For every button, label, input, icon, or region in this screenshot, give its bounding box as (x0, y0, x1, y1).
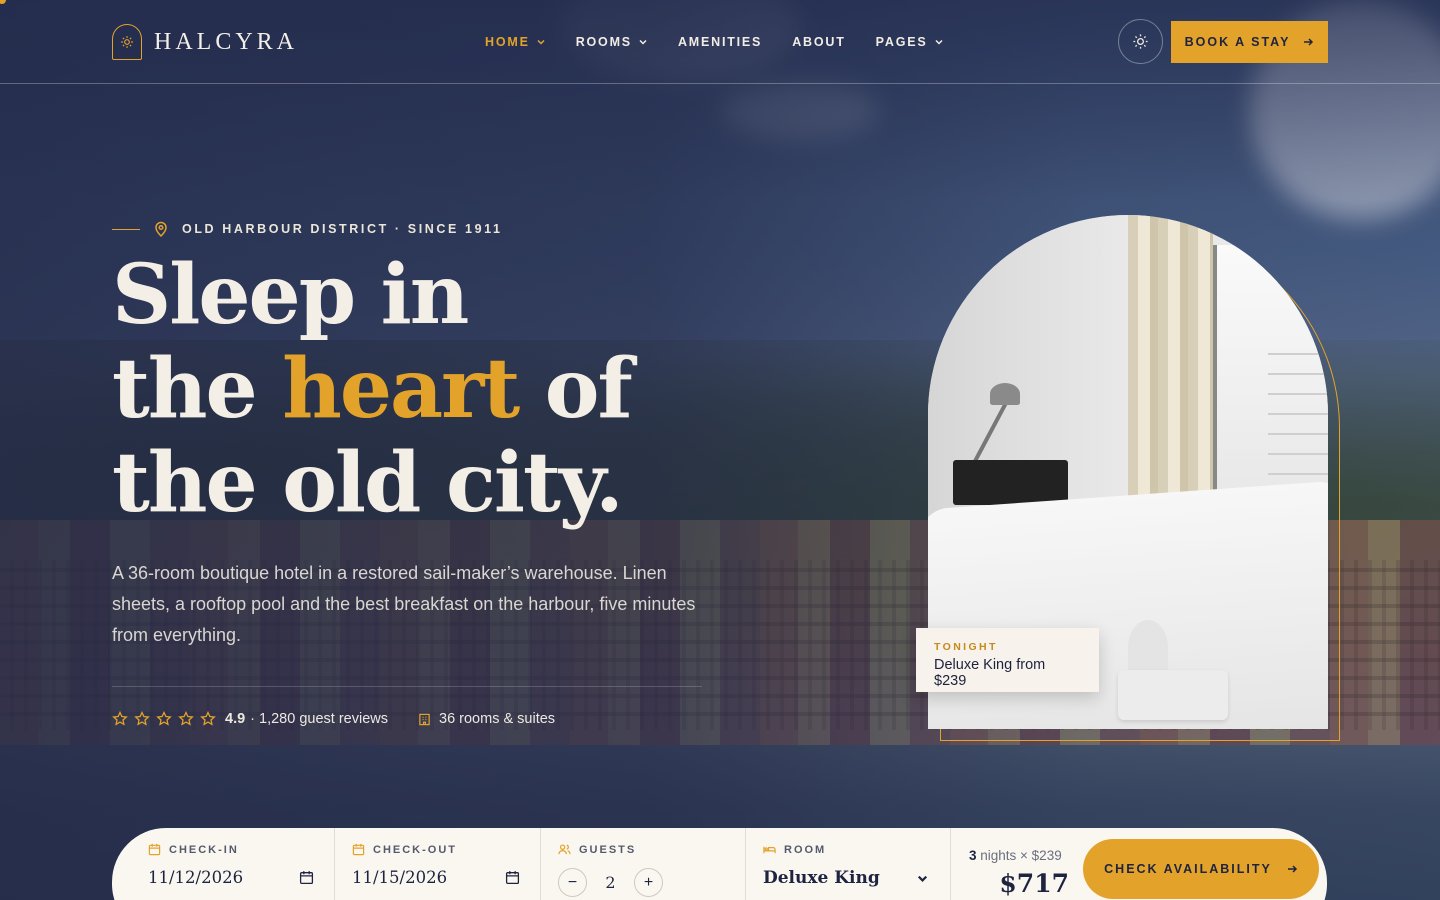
guests-field: GUESTS − 2 + (541, 828, 746, 900)
check-availability-button[interactable]: CHECK AVAILABILITY (1083, 839, 1319, 899)
chevron-down-icon (917, 875, 928, 882)
guests-value: 2 (605, 873, 616, 892)
check-in-field[interactable]: CHECK-IN 11/12/2026 (112, 828, 335, 900)
nights-rate: nights × $239 (976, 848, 1062, 863)
total-price: $717 (999, 869, 1069, 898)
check-out-field[interactable]: CHECK-OUT 11/15/2026 (335, 828, 541, 900)
rooms-stat-text: 36 rooms & suites (439, 711, 556, 727)
star-icon (134, 711, 150, 726)
star-icon (156, 711, 172, 726)
room-field[interactable]: ROOM Deluxe King (746, 828, 951, 900)
nav-about-label: ABOUT (792, 35, 846, 49)
eyebrow-text: OLD HARBOUR DISTRICT · SINCE 1911 (182, 222, 503, 236)
room-label-row: ROOM (763, 843, 930, 856)
logo[interactable]: HALCYRA (112, 24, 298, 60)
nav-about[interactable]: ABOUT (792, 32, 845, 52)
check-out-label: CHECK-OUT (373, 843, 457, 856)
chevron-down-icon (537, 39, 545, 45)
check-availability-label: CHECK AVAILABILITY (1104, 862, 1272, 876)
chevron-down-icon (934, 39, 943, 45)
bed-icon (763, 846, 776, 854)
sun-icon (1133, 34, 1148, 49)
nav-pages[interactable]: PAGES (876, 32, 944, 52)
users-icon (558, 844, 571, 855)
nights-count: 3 (969, 848, 977, 863)
building-icon (419, 713, 430, 725)
eyebrow-divider (112, 228, 140, 230)
booking-bar: CHECK-IN 11/12/2026 CHECK-OUT 11/15/2026… (112, 828, 1327, 900)
arrow-right-icon (1304, 38, 1314, 46)
headline-line-2-post: of (518, 341, 633, 437)
check-in-input[interactable]: 11/12/2026 (148, 868, 314, 887)
star-icon (200, 711, 216, 726)
main-nav: HOME ROOMS AMENITIES ABOUT PAGES (485, 32, 974, 52)
nav-home-label: HOME (485, 35, 530, 49)
book-a-stay-button[interactable]: BOOK A STAY (1171, 21, 1328, 63)
hero-headline: Sleep in the heart of the old city. (112, 248, 752, 530)
tonight-offer: Deluxe King from $239 (934, 657, 1046, 689)
room-select-value: Deluxe King (763, 868, 880, 888)
site-header: HALCYRA HOME ROOMS AMENITIES ABOUT PAGES… (0, 0, 1440, 84)
calendar-picker-icon[interactable] (505, 870, 520, 885)
hero-description: A 36-room boutique hotel in a restored s… (112, 563, 696, 645)
room-label: ROOM (784, 843, 827, 856)
location-eyebrow: OLD HARBOUR DISTRICT · SINCE 1911 (112, 221, 503, 237)
check-out-value: 11/15/2026 (352, 868, 448, 887)
headline-accent: heart (282, 341, 520, 437)
hero-stats: 4.9 · 1,280 guest reviews 36 rooms & sui… (112, 711, 555, 727)
headline-line-2-pre: the (112, 341, 283, 437)
star-icon (178, 711, 194, 726)
theme-toggle-button[interactable] (1118, 19, 1163, 64)
nav-amenities[interactable]: AMENITIES (678, 32, 762, 52)
chevron-down-icon (639, 39, 647, 45)
guests-increment-button[interactable]: + (634, 868, 663, 897)
check-in-label: CHECK-IN (169, 843, 239, 856)
nav-rooms-label: ROOMS (575, 35, 632, 49)
tonight-label: TONIGHT (934, 641, 998, 653)
guests-label-row: GUESTS (558, 843, 725, 856)
nav-home[interactable]: HOME (485, 32, 546, 52)
guests-label: GUESTS (579, 843, 637, 856)
calendar-icon (352, 843, 365, 856)
nav-rooms[interactable]: ROOMS (576, 32, 648, 52)
room-select[interactable]: Deluxe King (763, 868, 930, 888)
book-a-stay-label: BOOK A STAY (1184, 35, 1291, 49)
map-pin-icon (155, 221, 167, 237)
rooms-stat: 36 rooms & suites (418, 711, 555, 727)
nav-amenities-label: AMENITIES (677, 35, 763, 49)
headline-line-3: the old city. (112, 435, 624, 531)
rating-stars (112, 711, 216, 727)
check-in-value: 11/12/2026 (148, 868, 244, 887)
check-out-input[interactable]: 11/15/2026 (352, 868, 520, 887)
arrow-right-icon (1287, 865, 1297, 873)
calendar-icon (148, 843, 161, 856)
headline-line-1: Sleep in (112, 247, 469, 343)
check-out-label-row: CHECK-OUT (352, 843, 520, 856)
logo-text: HALCYRA (154, 28, 299, 55)
check-in-label-row: CHECK-IN (148, 843, 314, 856)
guests-decrement-button[interactable]: − (558, 868, 587, 897)
price-summary: 3 nights × $239 $717 (951, 828, 1081, 900)
nav-pages-label: PAGES (875, 35, 928, 49)
review-count: · 1,280 guest reviews (250, 711, 388, 727)
hero-divider (112, 686, 702, 687)
guests-stepper: − 2 + (558, 868, 725, 897)
star-icon (112, 711, 128, 726)
sun-arch-logo-icon (112, 24, 142, 60)
calendar-picker-icon[interactable] (299, 870, 314, 885)
nights-summary: 3 nights × $239 (969, 848, 1081, 863)
rating-value: 4.9 (225, 711, 246, 727)
tonight-card[interactable]: TONIGHT Deluxe King from $239 (916, 628, 1099, 692)
